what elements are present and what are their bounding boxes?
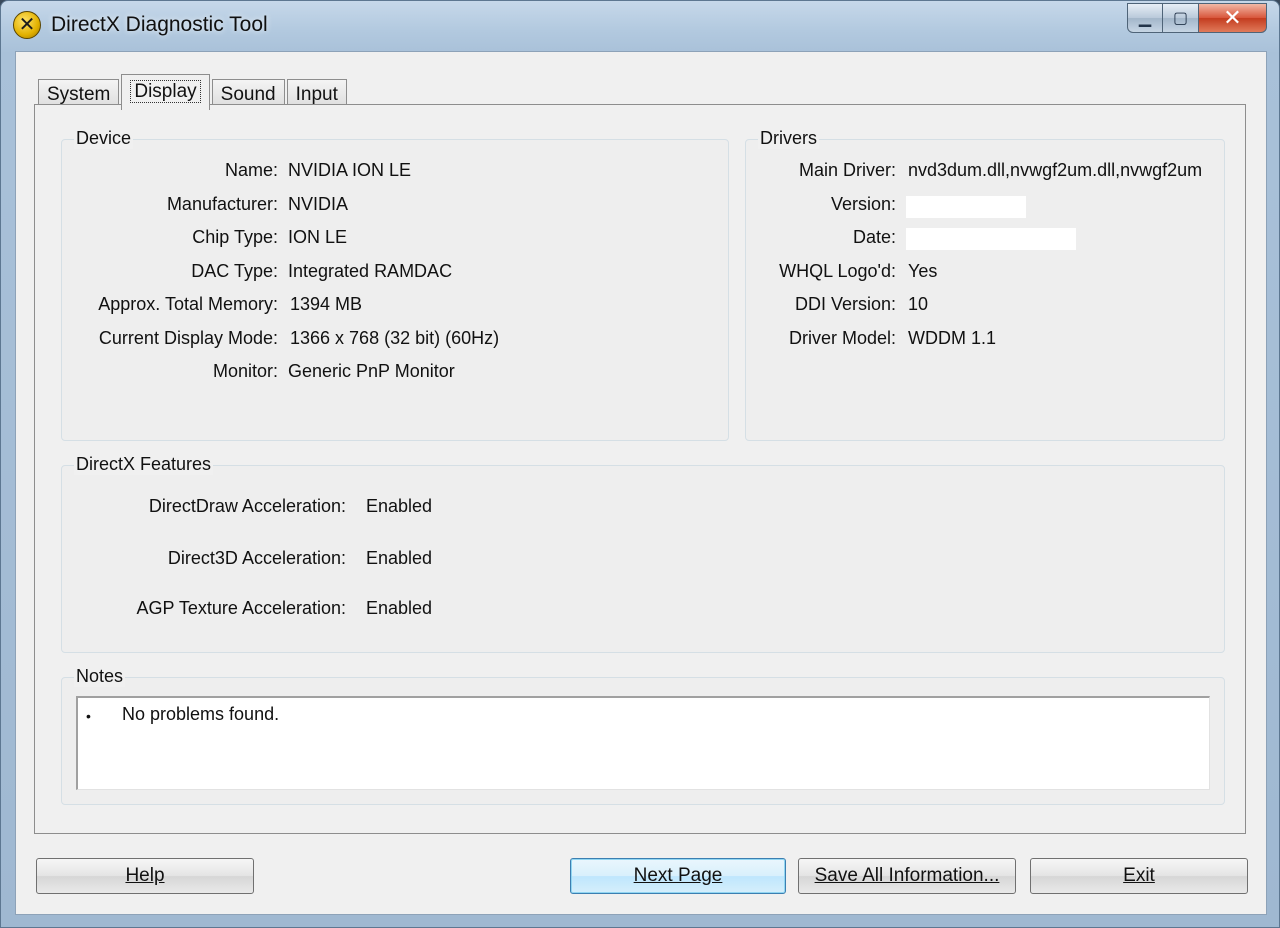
- direct3d-label: Direct3D Acceleration:: [167, 548, 346, 568]
- title-bar[interactable]: ✕ DirectX Diagnostic Tool ▁ ▢ ✕: [1, 1, 1279, 51]
- tab-sound-label: Sound: [220, 84, 276, 105]
- notes-item: No problems found.: [122, 704, 280, 724]
- notes-textbox[interactable]: • No problems found.: [76, 696, 1210, 790]
- device-manufacturer-label: Manufacturer:: [166, 194, 278, 214]
- driver-version-label: Version:: [830, 194, 896, 214]
- main-driver-value: nvd3dum.dll,nvwgf2um.dll,nvwgf2um: [908, 160, 1203, 180]
- agp-texture-label: AGP Texture Acceleration:: [136, 598, 346, 618]
- directx-features-title: DirectX Features: [74, 454, 214, 475]
- device-display-mode-label: Current Display Mode:: [98, 328, 278, 348]
- ddi-version-label: DDI Version:: [794, 294, 896, 314]
- next-page-button[interactable]: Next Page: [570, 858, 786, 894]
- notes-bullet: •: [86, 708, 91, 724]
- device-memory-value: 1394 MB: [290, 294, 363, 314]
- save-all-information-button[interactable]: Save All Information...: [798, 858, 1016, 894]
- direct3d-value: Enabled: [366, 548, 433, 568]
- close-button[interactable]: ✕: [1199, 3, 1267, 33]
- device-chip-type-value: ION LE: [288, 227, 348, 247]
- close-icon: ✕: [1223, 5, 1242, 30]
- device-chip-type-label: Chip Type:: [192, 227, 278, 247]
- agp-texture-value: Enabled: [366, 598, 433, 618]
- directdraw-value: Enabled: [366, 496, 433, 516]
- whql-label: WHQL Logo'd:: [779, 261, 896, 281]
- maximize-icon: ▢: [1172, 10, 1189, 27]
- minimize-button[interactable]: ▁: [1127, 3, 1163, 33]
- tab-input-label: Input: [295, 84, 338, 105]
- whql-value: Yes: [908, 261, 938, 281]
- notes-group: Notes • No problems found.: [61, 666, 1225, 805]
- maximize-button[interactable]: ▢: [1163, 3, 1199, 33]
- device-name-label: Name:: [224, 160, 278, 180]
- display-tab-panel: Device Name: NVIDIA ION LE Manufacturer:…: [34, 104, 1246, 834]
- window-controls: ▁ ▢ ✕: [1127, 3, 1267, 33]
- directx-features-group: DirectX Features DirectDraw Acceleration…: [61, 454, 1225, 653]
- window-title: DirectX Diagnostic Tool: [51, 13, 268, 36]
- drivers-group-title: Drivers: [758, 128, 819, 149]
- client-area: System Display Sound Input Device Name: …: [15, 51, 1267, 915]
- exit-button[interactable]: Exit: [1030, 858, 1248, 894]
- drivers-group: Drivers Main Driver: nvd3dum.dll,nvwgf2u…: [745, 128, 1225, 441]
- device-dac-type-value: Integrated RAMDAC: [288, 261, 453, 281]
- directx-icon: ✕: [13, 11, 41, 39]
- directdraw-label: DirectDraw Acceleration:: [148, 496, 346, 516]
- device-display-mode-value: 1366 x 768 (32 bit) (60Hz): [290, 328, 500, 348]
- tab-display[interactable]: Display: [121, 74, 210, 110]
- device-manufacturer-value: NVIDIA: [288, 194, 349, 214]
- device-name-value: NVIDIA ION LE: [288, 160, 412, 180]
- driver-model-label: Driver Model:: [788, 328, 896, 348]
- device-monitor-value: Generic PnP Monitor: [288, 361, 455, 381]
- driver-date-label: Date:: [852, 227, 896, 247]
- driver-model-value: WDDM 1.1: [908, 328, 997, 348]
- tab-display-label: Display: [130, 80, 201, 103]
- main-driver-label: Main Driver:: [798, 160, 896, 180]
- dxdiag-window: ✕ DirectX Diagnostic Tool ▁ ▢ ✕ System D…: [0, 0, 1280, 928]
- device-dac-type-label: DAC Type:: [191, 261, 278, 281]
- driver-date-value: [906, 228, 1076, 250]
- minimize-icon: ▁: [1138, 10, 1152, 27]
- driver-version-value: [906, 196, 1026, 218]
- help-button[interactable]: Help: [36, 858, 254, 894]
- ddi-version-value: 10: [908, 294, 929, 314]
- device-memory-label: Approx. Total Memory:: [98, 294, 278, 314]
- device-group: Device Name: NVIDIA ION LE Manufacturer:…: [61, 128, 729, 441]
- tab-system-label: System: [47, 84, 111, 105]
- device-monitor-label: Monitor:: [212, 361, 278, 381]
- device-group-title: Device: [74, 128, 134, 149]
- notes-title: Notes: [74, 666, 126, 687]
